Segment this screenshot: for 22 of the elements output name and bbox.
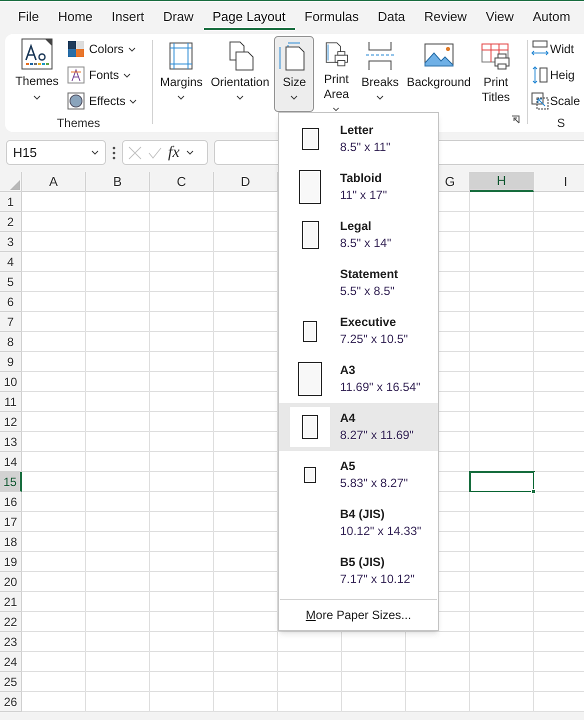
paper-size-name: B4 (JIS) (340, 506, 386, 523)
paper-dimensions: 8.5" x 14" (340, 235, 392, 252)
group-label: Themes (56, 115, 100, 132)
group-label: S (557, 115, 566, 132)
paper-dimensions: 5.83" x 8.27" (340, 475, 408, 492)
paper-size-name: B5 (JIS) (340, 554, 386, 571)
paper-size-name: Tabloid (340, 170, 383, 187)
paper-size-name: Executive (340, 314, 398, 331)
paper-dimensions: 7.17" x 10.12" (340, 571, 415, 588)
paper-dimensions: 8.5" x 11" (340, 139, 390, 156)
paper-dimensions: 11" x 17" (340, 187, 387, 204)
paper-size-name: Letter (340, 122, 374, 139)
paper-size-name: A3 (340, 362, 356, 379)
paper-size-name: A5 (340, 458, 356, 475)
paper-dimensions: 11.69" x 16.54" (340, 379, 420, 396)
paper-dimensions: 10.12" x 14.33" (340, 523, 422, 540)
paper-dimensions: 5.5" x 8.5" (340, 283, 396, 300)
paper-dimensions: 8.27" x 11.69" (340, 427, 414, 444)
paper-dimensions: 7.25" x 10.5" (340, 331, 408, 348)
paper-size-name: Legal (340, 218, 372, 235)
paper-size-name: Statement (340, 266, 398, 283)
paper-size-name: A4 (340, 410, 356, 427)
